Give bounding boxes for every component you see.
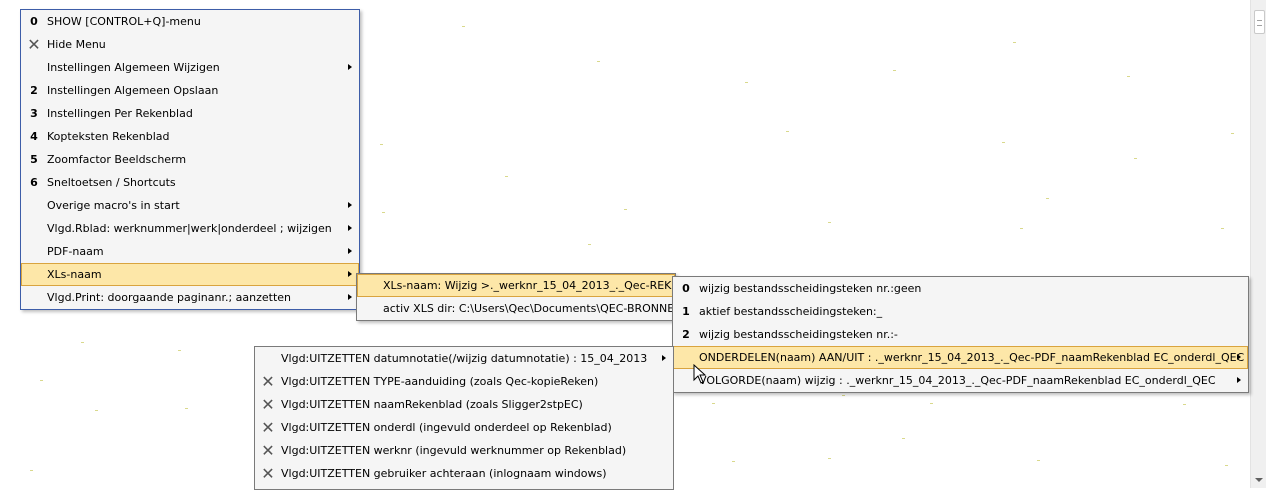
shortcut-key: 5 — [30, 153, 38, 166]
shortcut-key: 0 — [682, 282, 690, 295]
shortcut-key — [21, 56, 47, 79]
submenu-arrow-icon — [662, 355, 666, 361]
menu-item-label: Zoomfactor Beeldscherm — [47, 153, 187, 166]
menu-item-wijzig-scheidingsteken-dash[interactable]: 2 wijzig bestandsscheidingsteken nr.:- — [673, 323, 1248, 346]
menu-item-label: aktief bestandsscheidingsteken:_ — [699, 305, 883, 318]
menu-item-label: wijzig bestandsscheidingsteken nr.:- — [699, 328, 898, 341]
menu-item-label: Hide Menu — [47, 38, 106, 51]
close-icon: ✕ — [261, 463, 275, 483]
shortcut-key — [21, 263, 47, 286]
menu-item-label: XLs-naam: Wijzig >._werknr_15_04_2013_._… — [383, 279, 675, 292]
shortcut-key: 2 — [682, 328, 690, 341]
shortcut-key: 6 — [30, 176, 38, 189]
menu-item-pdf-naam[interactable]: PDF-naam — [21, 240, 359, 263]
menu-item-uitzetten-datumnotatie[interactable]: Vlgd:UITZETTEN datumnotatie(/wijzig datu… — [255, 347, 673, 370]
separator-settings-submenu: 0 wijzig bestandsscheidingsteken nr.:gee… — [672, 276, 1249, 393]
menu-gutter — [357, 297, 383, 320]
menu-item-aktief-scheidingsteken[interactable]: 1 aktief bestandsscheidingsteken:_ — [673, 300, 1248, 323]
submenu-arrow-icon — [1237, 354, 1241, 360]
menu-item-instellingen-per-rekenblad[interactable]: 3 Instellingen Per Rekenblad — [21, 102, 359, 125]
submenu-arrow-icon — [348, 271, 352, 277]
menu-item-label: Instellingen Algemeen Wijzigen — [47, 61, 220, 74]
menu-item-label: VOLGORDE(naam) wijzig : ._werknr_15_04_2… — [699, 374, 1216, 387]
menu-item-volgorde-wijzig[interactable]: VOLGORDE(naam) wijzig : ._werknr_15_04_2… — [673, 369, 1248, 392]
menu-gutter — [357, 274, 383, 297]
submenu-arrow-icon — [348, 64, 352, 70]
shortcut-key — [21, 194, 47, 217]
menu-item-label: XLs-naam — [47, 268, 102, 281]
onderdelen-submenu: Vlgd:UITZETTEN datumnotatie(/wijzig datu… — [254, 346, 674, 490]
menu-item-vlgd-rblad[interactable]: Vlgd.Rblad: werknummer|werk|onderdeel ; … — [21, 217, 359, 240]
menu-item-uitzetten-naamrekenblad[interactable]: ✕ Vlgd:UITZETTEN naamRekenblad (zoals Sl… — [255, 393, 673, 416]
main-context-menu: 0 SHOW [CONTROL+Q]-menu ✕ Hide Menu Inst… — [20, 9, 360, 310]
xls-naam-submenu: XLs-naam: Wijzig >._werknr_15_04_2013_._… — [356, 273, 676, 321]
shortcut-key — [21, 217, 47, 240]
menu-item-label: Vlgd:UITZETTEN TYPE-aanduiding (zoals Qe… — [281, 375, 599, 388]
menu-item-overige-macros[interactable]: Overige macro's in start — [21, 194, 359, 217]
submenu-arrow-icon — [348, 294, 352, 300]
shortcut-key: 2 — [30, 84, 38, 97]
menu-item-hide-menu[interactable]: ✕ Hide Menu — [21, 33, 359, 56]
menu-item-uitzetten-werknr[interactable]: ✕ Vlgd:UITZETTEN werknr (ingevuld werknu… — [255, 439, 673, 462]
menu-item-label: Vlgd:UITZETTEN werknr (ingevuld werknumm… — [281, 444, 627, 457]
menu-item-label: Overige macro's in start — [47, 199, 180, 212]
menu-item-show-control-q[interactable]: 0 SHOW [CONTROL+Q]-menu — [21, 10, 359, 33]
menu-item-wijzig-scheidingsteken-geen[interactable]: 0 wijzig bestandsscheidingsteken nr.:gee… — [673, 277, 1248, 300]
shortcut-key: 0 — [30, 15, 38, 28]
menu-item-activ-xls-dir[interactable]: activ XLS dir: C:\Users\Qec\Documents\QE… — [357, 297, 675, 320]
menu-item-sneltoetsen[interactable]: 6 Sneltoetsen / Shortcuts — [21, 171, 359, 194]
menu-item-label: Vlgd:UITZETTEN datumnotatie(/wijzig datu… — [281, 352, 648, 365]
menu-item-kopteksten-rekenblad[interactable]: 4 Kopteksten Rekenblad — [21, 125, 359, 148]
menu-item-instellingen-algemeen-wijzigen[interactable]: Instellingen Algemeen Wijzigen — [21, 56, 359, 79]
menu-item-label: Vlgd.Print: doorgaande paginanr.; aanzet… — [47, 291, 292, 304]
shortcut-key — [21, 240, 47, 263]
submenu-arrow-icon — [348, 225, 352, 231]
menu-item-label: ONDERDELEN(naam) AAN/UIT : ._werknr_15_0… — [699, 351, 1245, 364]
menu-item-xls-naam-wijzig[interactable]: XLs-naam: Wijzig >._werknr_15_04_2013_._… — [357, 274, 675, 297]
close-icon: ✕ — [27, 34, 41, 54]
menu-item-label: Kopteksten Rekenblad — [47, 130, 170, 143]
menu-item-label: Vlgd:UITZETTEN onderdl (ingevuld onderde… — [281, 421, 612, 434]
submenu-arrow-icon — [348, 248, 352, 254]
menu-item-xls-naam[interactable]: XLs-naam — [21, 263, 359, 286]
menu-item-zoomfactor-beeldscherm[interactable]: 5 Zoomfactor Beeldscherm — [21, 148, 359, 171]
mouse-pointer-icon — [693, 364, 707, 384]
menu-item-label: Sneltoetsen / Shortcuts — [47, 176, 176, 189]
shortcut-key — [255, 347, 281, 370]
menu-item-onderdelen-aan-uit[interactable]: ONDERDELEN(naam) AAN/UIT : ._werknr_15_0… — [673, 346, 1248, 369]
menu-item-uitzetten-onderdl[interactable]: ✕ Vlgd:UITZETTEN onderdl (ingevuld onder… — [255, 416, 673, 439]
shortcut-key: 1 — [682, 305, 690, 318]
shortcut-key: 3 — [30, 107, 38, 120]
scroll-thumb[interactable] — [1254, 10, 1265, 34]
submenu-arrow-icon — [1237, 377, 1241, 383]
menu-item-instellingen-algemeen-opslaan[interactable]: 2 Instellingen Algemeen Opslaan — [21, 79, 359, 102]
menu-item-label: SHOW [CONTROL+Q]-menu — [47, 15, 201, 28]
menu-item-label: PDF-naam — [47, 245, 104, 258]
close-icon: ✕ — [261, 371, 275, 391]
menu-item-label: Vlgd:UITZETTEN gebruiker achteraan (inlo… — [281, 467, 607, 480]
menu-item-label: Instellingen Algemeen Opslaan — [47, 84, 219, 97]
submenu-arrow-icon — [348, 202, 352, 208]
vertical-scrollbar[interactable] — [1250, 0, 1266, 488]
menu-item-uitzetten-gebruiker[interactable]: ✕ Vlgd:UITZETTEN gebruiker achteraan (in… — [255, 462, 673, 485]
menu-item-label: Vlgd.Rblad: werknummer|werk|onderdeel ; … — [47, 222, 332, 235]
shortcut-key — [21, 286, 47, 309]
close-icon: ✕ — [261, 440, 275, 460]
menu-item-label: activ XLS dir: C:\Users\Qec\Documents\QE… — [383, 302, 675, 315]
menu-item-vlgd-print[interactable]: Vlgd.Print: doorgaande paginanr.; aanzet… — [21, 286, 359, 309]
scroll-down-arrow-icon[interactable] — [1255, 478, 1263, 482]
close-icon: ✕ — [261, 417, 275, 437]
menu-item-label: wijzig bestandsscheidingsteken nr.:geen — [699, 282, 922, 295]
close-icon: ✕ — [261, 394, 275, 414]
menu-item-label: Instellingen Per Rekenblad — [47, 107, 193, 120]
shortcut-key: 4 — [30, 130, 38, 143]
menu-item-uitzetten-type[interactable]: ✕ Vlgd:UITZETTEN TYPE-aanduiding (zoals … — [255, 370, 673, 393]
menu-item-label: Vlgd:UITZETTEN naamRekenblad (zoals Slig… — [281, 398, 583, 411]
